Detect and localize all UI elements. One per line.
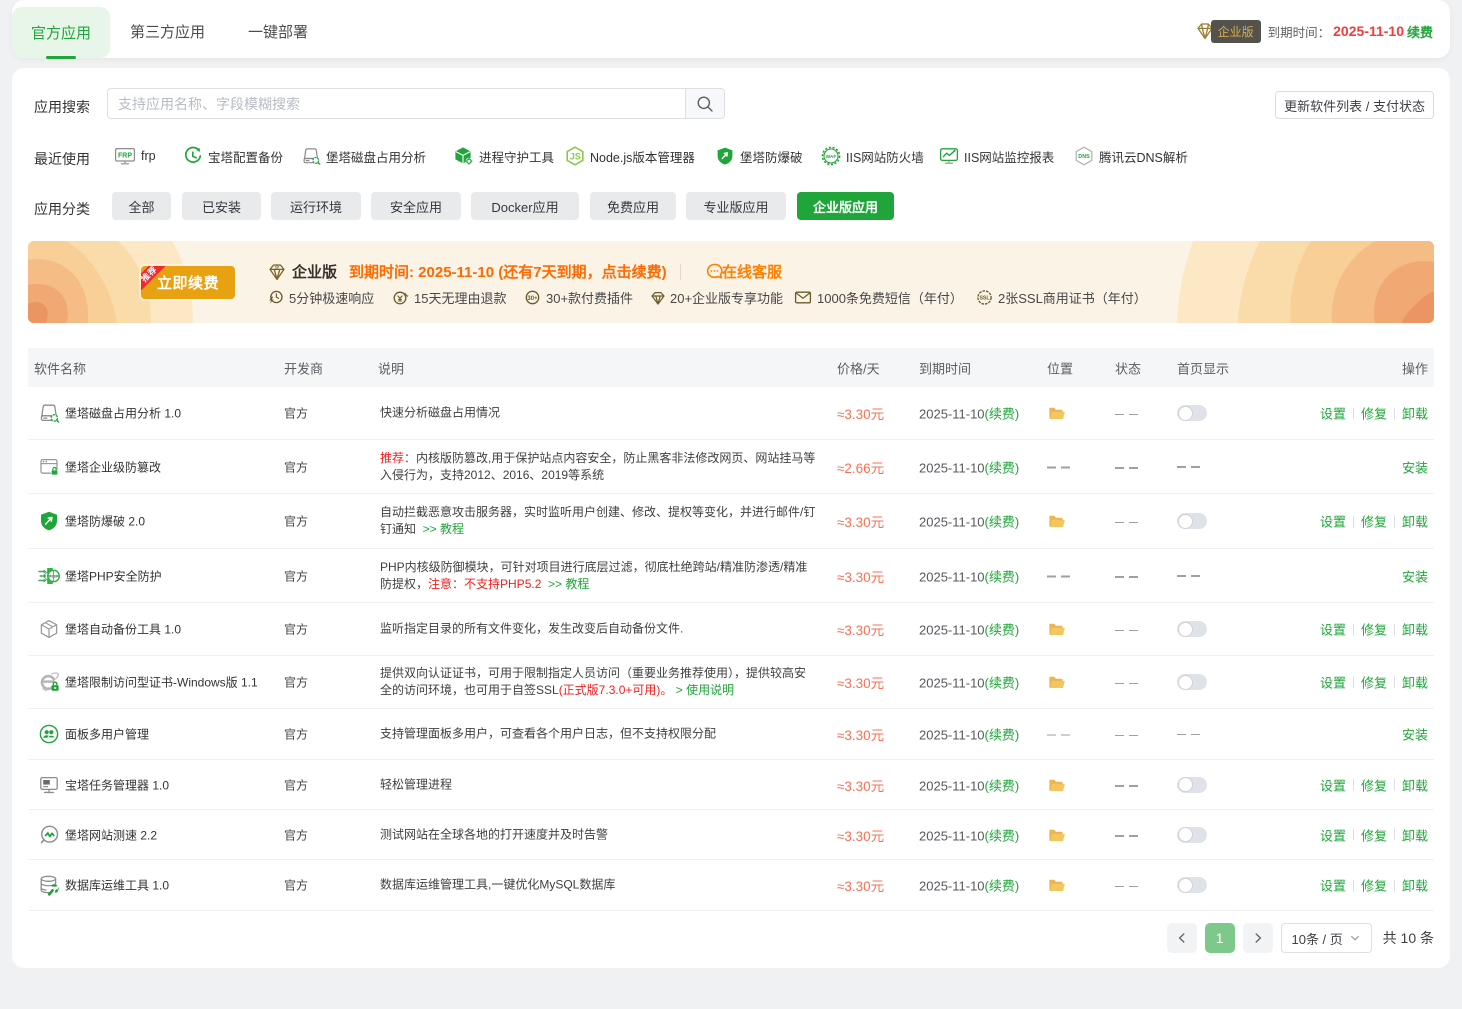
svg-text:JS: JS xyxy=(570,151,581,161)
svg-text:企: 企 xyxy=(274,264,280,271)
svg-text:SSL: SSL xyxy=(979,296,990,302)
svg-text:WAF: WAF xyxy=(826,154,837,160)
svg-text:30+: 30+ xyxy=(527,296,538,302)
svg-text:FRP: FRP xyxy=(118,152,132,159)
svg-text:PHP: PHP xyxy=(49,573,58,578)
svg-text:DNS: DNS xyxy=(1078,154,1090,160)
